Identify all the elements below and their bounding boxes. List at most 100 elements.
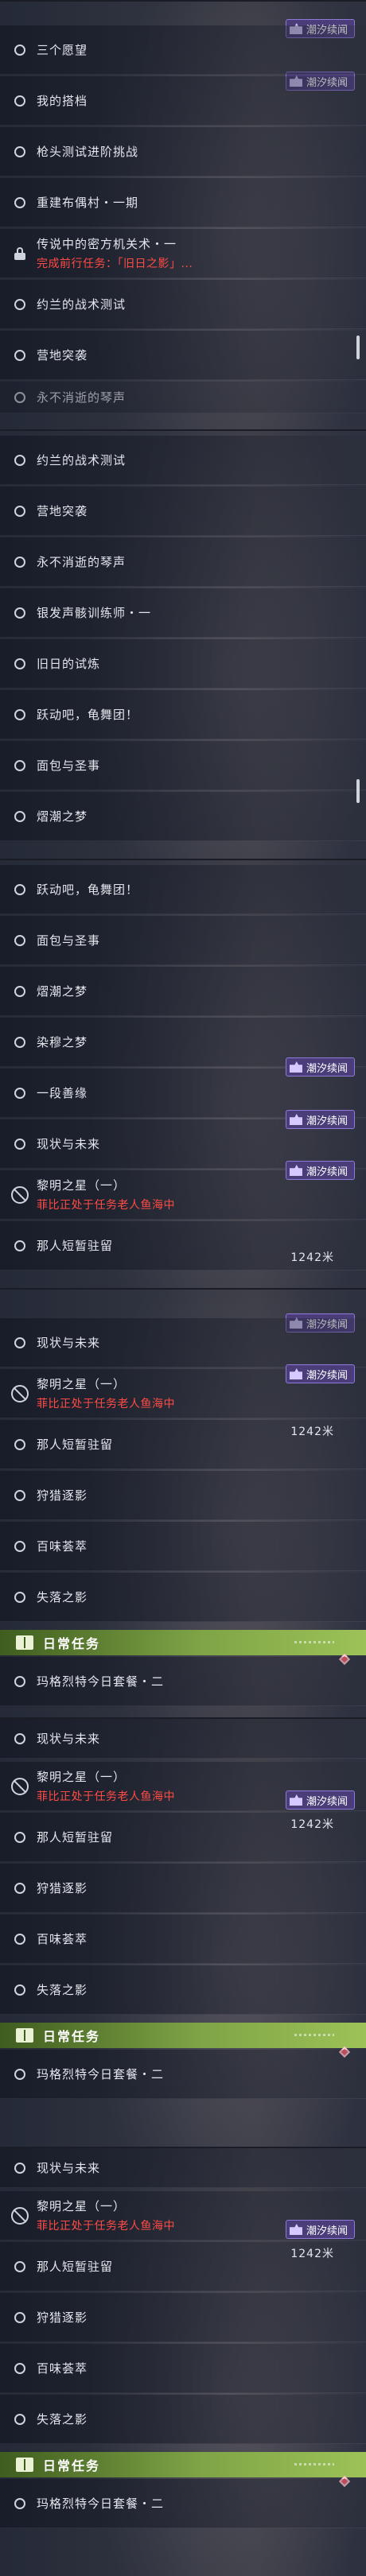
- quest-item[interactable]: 跃动吧，龟舞团！: [0, 690, 366, 739]
- distance-label: 1242米: [290, 1818, 334, 1831]
- tide-badge: 潮汐续闻: [285, 2220, 355, 2239]
- quest-item[interactable]: 狩猎逐影: [0, 1471, 366, 1520]
- decoration: [294, 1641, 334, 1643]
- circle-icon: [14, 2162, 25, 2174]
- tide-badge: 潮汐续闻: [285, 1110, 355, 1129]
- quest-list-panel-4: 潮汐续闻 现状与未来 黎明之星（一）菲比正处于任务老人鱼海中 潮汐续闻 那人短暂…: [0, 1288, 366, 1717]
- circle-icon: [14, 1984, 25, 1996]
- quest-item[interactable]: 熠潮之梦: [0, 967, 366, 1016]
- quest-item[interactable]: 玛格烈特今日套餐・二: [0, 2479, 366, 2528]
- circle-icon: [14, 349, 25, 361]
- crown-icon: [289, 2224, 302, 2235]
- circle-icon: [14, 934, 25, 946]
- quest-list-panel-1: 潮汐续闻 潮汐续闻 三个愿望 我的搭档 枪头测试进阶挑战 重建布偶村・一期 传说…: [0, 0, 366, 429]
- quest-item[interactable]: 枪头测试进阶挑战: [0, 127, 366, 177]
- circle-icon: [14, 1882, 25, 1894]
- quest-item[interactable]: 那人短暂驻留 1242米: [0, 1420, 366, 1469]
- scrollbar-thumb[interactable]: [356, 336, 360, 359]
- quest-list-panel-5: 现状与未来 黎明之星（一） 菲比正处于任务老人鱼海中 潮汐续闻 那人短暂驻留 124…: [0, 1717, 366, 2147]
- circle-icon: [14, 708, 25, 720]
- distance-label: 1242米: [290, 1426, 334, 1438]
- circle-icon: [14, 1036, 25, 1048]
- quest-item[interactable]: 银发声骸训练师・一: [0, 588, 366, 638]
- crown-icon: [289, 1368, 302, 1379]
- circle-icon: [14, 1675, 25, 1687]
- circle-icon: [14, 196, 25, 208]
- quest-item[interactable]: 三个愿望: [0, 25, 366, 75]
- quest-item[interactable]: 百味荟萃: [0, 1522, 366, 1571]
- daily-task-header[interactable]: 日常任务: [0, 1630, 366, 1655]
- circle-icon: [14, 1336, 25, 1348]
- quest-item[interactable]: 失落之影: [0, 1965, 366, 2015]
- blocked-icon: [11, 1384, 29, 1402]
- tide-badge: 潮汐续闻: [285, 1364, 355, 1383]
- circle-icon: [14, 1489, 25, 1501]
- quest-item[interactable]: 那人短暂驻留 1242米: [0, 2242, 366, 2291]
- quest-item[interactable]: 现状与未来: [0, 2148, 366, 2188]
- quest-list-panel-2: 约兰的战术测试 营地突袭 永不消逝的琴声 银发声骸训练师・一 旧日的试炼 跃动吧…: [0, 429, 366, 859]
- circle-icon: [14, 1732, 25, 1744]
- blocked-icon: [11, 2206, 29, 2225]
- circle-icon: [14, 505, 25, 517]
- quest-item[interactable]: 我的搭档: [0, 76, 366, 126]
- crown-icon: [289, 1114, 302, 1125]
- circle-icon: [14, 2497, 25, 2509]
- quest-item[interactable]: 面包与圣事: [0, 916, 366, 965]
- circle-icon: [14, 759, 25, 771]
- circle-icon: [14, 2311, 25, 2323]
- circle-icon: [14, 1831, 25, 1843]
- scrollbar-thumb[interactable]: [356, 779, 360, 803]
- book-icon: [16, 2028, 33, 2043]
- daily-task-header[interactable]: 日常任务: [0, 2023, 366, 2048]
- circle-icon: [14, 145, 25, 157]
- book-icon: [16, 1635, 33, 1650]
- circle-icon: [14, 1591, 25, 1603]
- circle-icon: [14, 1540, 25, 1552]
- quest-list-panel-3: 跃动吧，龟舞团！ 面包与圣事 熠潮之梦 染穆之梦 一段善缘 潮汐续闻 现状与未来…: [0, 859, 366, 1288]
- circle-icon: [14, 391, 25, 403]
- quest-item[interactable]: 熠潮之梦: [0, 792, 366, 841]
- quest-item[interactable]: 狩猎逐影: [0, 2293, 366, 2342]
- quest-item[interactable]: 跃动吧，龟舞团！: [0, 865, 366, 914]
- quest-item[interactable]: 那人短暂驻留 1242米: [0, 1813, 366, 1862]
- quest-item[interactable]: 狩猎逐影: [0, 1864, 366, 1913]
- quest-item[interactable]: 营地突袭: [0, 331, 366, 380]
- quest-item[interactable]: 现状与未来: [0, 1719, 366, 1759]
- book-icon: [16, 2458, 33, 2472]
- quest-item[interactable]: 约兰的战术测试: [0, 280, 366, 329]
- circle-icon: [14, 1087, 25, 1099]
- circle-icon: [14, 44, 25, 56]
- quest-item[interactable]: 永不消逝的琴声: [0, 382, 366, 413]
- quest-item[interactable]: 旧日的试炼: [0, 639, 366, 689]
- quest-item[interactable]: 失落之影: [0, 2395, 366, 2444]
- circle-icon: [14, 298, 25, 310]
- quest-item[interactable]: 玛格烈特今日套餐・二: [0, 1657, 366, 1706]
- quest-item[interactable]: 永不消逝的琴声: [0, 537, 366, 587]
- circle-icon: [14, 2362, 25, 2374]
- quest-item[interactable]: 面包与圣事: [0, 741, 366, 790]
- decoration: [294, 2463, 334, 2465]
- circle-icon: [14, 454, 25, 466]
- distance-label: 1242米: [290, 2248, 334, 2260]
- circle-icon: [14, 658, 25, 669]
- circle-icon: [14, 810, 25, 822]
- circle-icon: [14, 556, 25, 568]
- decoration: [294, 2034, 334, 2036]
- quest-item[interactable]: 重建布偶村・一期: [0, 178, 366, 227]
- quest-item-locked[interactable]: 传说中的密方机关术・一 完成前行任务：「旧日之影」...: [0, 229, 366, 278]
- quest-item[interactable]: 约兰的战术测试: [0, 436, 366, 485]
- quest-list-panel-6: 现状与未来 黎明之星（一） 菲比正处于任务老人鱼海中 潮汐续闻 那人短暂驻留 124…: [0, 2147, 366, 2576]
- circle-icon: [14, 883, 25, 895]
- daily-task-header[interactable]: 日常任务: [0, 2452, 366, 2477]
- circle-icon: [14, 1138, 25, 1150]
- quest-item[interactable]: 营地突袭: [0, 487, 366, 536]
- quest-item[interactable]: 百味荟萃: [0, 1915, 366, 1964]
- quest-item[interactable]: 那人短暂驻留 1242米: [0, 1221, 366, 1271]
- quest-item[interactable]: 现状与未来: [0, 1318, 366, 1368]
- circle-icon: [14, 607, 25, 619]
- tide-badge: 潮汐续闻: [285, 1161, 355, 1180]
- quest-item[interactable]: 玛格烈特今日套餐・二: [0, 2050, 366, 2099]
- quest-item[interactable]: 失落之影: [0, 1573, 366, 1622]
- quest-item[interactable]: 百味荟萃: [0, 2344, 366, 2393]
- circle-icon: [14, 95, 25, 107]
